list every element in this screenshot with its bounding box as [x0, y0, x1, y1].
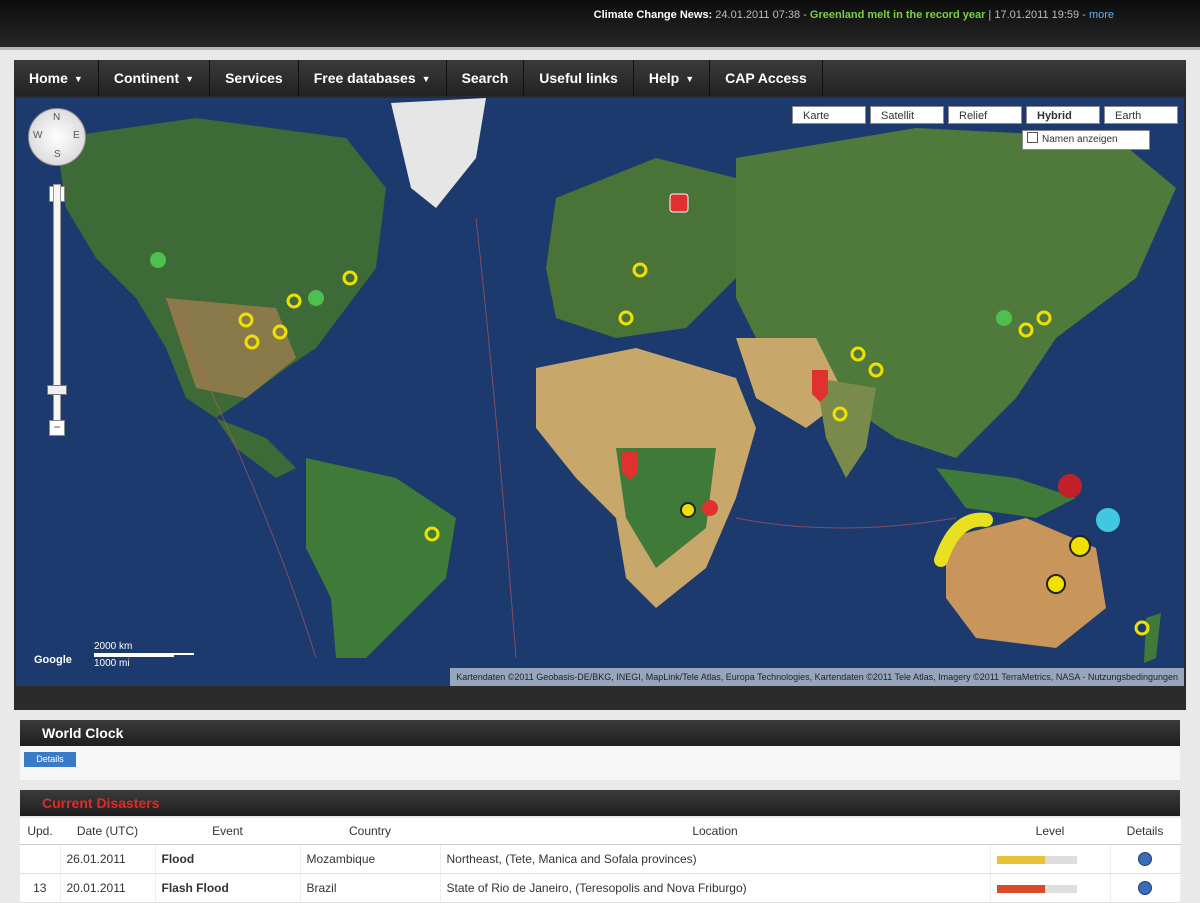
nav-free-databases-label: Free databases [313, 70, 416, 86]
world-clock-header: World Clock [20, 720, 1180, 746]
cell-level [990, 844, 1111, 874]
checkbox-icon [1027, 132, 1038, 143]
zoom-slider-track[interactable] [53, 184, 61, 436]
alert-marker-red [1058, 474, 1082, 498]
top-bar: Climate Change News: 24.01.2011 07:38 - … [0, 0, 1200, 50]
caret-down-icon: ▼ [421, 74, 431, 84]
nav-useful-links-label: Useful links [539, 70, 618, 86]
col-event[interactable]: Event [155, 818, 300, 845]
alert-marker-red [702, 500, 718, 516]
alert-marker-yellow [680, 502, 696, 518]
pan-control[interactable]: N S W E [28, 108, 86, 166]
caret-down-icon: ▼ [73, 74, 83, 84]
nav-help[interactable]: Help ▼ [634, 60, 711, 96]
pan-east-icon[interactable]: E [73, 130, 80, 141]
nav-help-label: Help [648, 70, 680, 86]
cell-details [1110, 844, 1181, 874]
nav-search[interactable]: Search [447, 60, 525, 96]
alert-marker-green [996, 310, 1012, 326]
alert-marker-green [308, 290, 324, 306]
ticker-headline[interactable]: Greenland melt in the record year [810, 9, 985, 21]
ticker-date-right: | 17.01.2011 19:59 - [988, 9, 1086, 21]
col-country[interactable]: Country [300, 818, 440, 845]
pan-west-icon[interactable]: W [33, 130, 42, 141]
map-frame: Home ▼ Continent ▼ Services Free databases… [14, 60, 1186, 710]
current-disasters-header: Current Disasters [20, 790, 1180, 816]
zoom-slider-handle[interactable] [47, 385, 67, 395]
col-level[interactable]: Level [990, 818, 1110, 845]
google-logo: Google [34, 654, 72, 666]
nav-home[interactable]: Home ▼ [14, 60, 99, 96]
nav-search-label: Search [461, 70, 509, 86]
maptype-relief[interactable]: Relief [948, 106, 1022, 124]
world-clock-panel: Details [20, 746, 1180, 780]
ticker-more-link[interactable]: more [1089, 9, 1114, 21]
details-icon[interactable] [1138, 852, 1152, 867]
col-location[interactable]: Location [440, 818, 990, 845]
alert-marker-yellow [1069, 535, 1091, 557]
alert-marker-green [150, 252, 166, 268]
cell-event[interactable]: Flood [155, 844, 301, 874]
cell-country: Brazil [300, 873, 441, 903]
world-map[interactable]: Karte Satellit Relief Hybrid Earth Namen… [16, 98, 1184, 686]
show-labels-checkbox[interactable]: Namen anzeigen [1022, 130, 1150, 150]
scale-bar: 2000 km 1000 mi [94, 641, 204, 671]
cell-details [1110, 873, 1181, 903]
maptype-hybrid[interactable]: Hybrid [1026, 106, 1100, 124]
map-imagery [16, 98, 1184, 686]
maptype-satellit[interactable]: Satellit [870, 106, 944, 124]
pan-south-icon[interactable]: S [54, 149, 61, 160]
cell-country: Mozambique [300, 844, 441, 874]
details-icon[interactable] [1138, 881, 1152, 896]
cell-location: State of Rio de Janeiro, (Teresopolis an… [440, 873, 991, 903]
nav-home-label: Home [29, 70, 68, 86]
nav-services[interactable]: Services [210, 60, 299, 96]
nav-cap-access[interactable]: CAP Access [710, 60, 823, 96]
events-table: Upd. Date (UTC) Event Country Location L… [20, 818, 1181, 903]
ticker-date-left: 24.01.2011 07:38 - [715, 9, 807, 21]
cell-upd: 13 [20, 873, 61, 903]
cell-location: Northeast, (Tete, Manica and Sofala prov… [440, 844, 991, 874]
world-clock-button[interactable]: Details [24, 752, 76, 767]
show-labels-label: Namen anzeigen [1042, 134, 1118, 145]
map-attribution[interactable]: Kartendaten ©2011 Geobasis-DE/BKG, INEGI… [450, 668, 1184, 686]
alert-marker-yellow [1046, 574, 1066, 594]
main-nav: Home ▼ Continent ▼ Services Free databases… [14, 60, 1186, 96]
col-details[interactable]: Details [1110, 818, 1180, 845]
col-upd[interactable]: Upd. [20, 818, 60, 845]
level-bar [996, 855, 1077, 864]
caret-down-icon: ▼ [685, 74, 695, 84]
nav-cap-access-label: CAP Access [725, 70, 807, 86]
nav-services-label: Services [225, 70, 283, 86]
cell-event[interactable]: Flash Flood [155, 873, 301, 903]
ticker-label: Climate Change News: [593, 9, 713, 21]
maptype-earth[interactable]: Earth [1104, 106, 1178, 124]
alert-marker-cyan [1096, 508, 1120, 532]
table-header-row: Upd. Date (UTC) Event Country Location L… [20, 818, 1180, 845]
table-row[interactable]: 13 20.01.2011 Flash Flood Brazil State o… [20, 873, 1181, 903]
scale-km: 2000 km [94, 641, 133, 652]
table-row[interactable]: 26.01.2011 Flood Mozambique Northeast, (… [20, 844, 1181, 874]
pan-north-icon[interactable]: N [53, 112, 60, 123]
nav-continent[interactable]: Continent ▼ [99, 60, 211, 96]
alert-marker-red [669, 193, 689, 213]
scale-mi: 1000 mi [94, 658, 130, 669]
cell-upd [20, 844, 61, 874]
nav-free-databases[interactable]: Free databases ▼ [299, 60, 447, 96]
zoom-out-button[interactable]: − [49, 420, 65, 436]
cell-date: 26.01.2011 [60, 844, 156, 874]
col-date[interactable]: Date (UTC) [60, 818, 155, 845]
caret-down-icon: ▼ [185, 74, 195, 84]
scale-bar-line [94, 655, 174, 657]
map-footer [14, 686, 1186, 710]
cell-date: 20.01.2011 [60, 873, 156, 903]
news-ticker: Climate Change News: 24.01.2011 07:38 - … [594, 9, 1114, 21]
current-disasters-title: Current Disasters [42, 795, 160, 811]
maptype-karte[interactable]: Karte [792, 106, 866, 124]
nav-continent-label: Continent [113, 70, 180, 86]
nav-useful-links[interactable]: Useful links [524, 60, 634, 96]
cell-level [990, 873, 1111, 903]
level-bar [996, 884, 1077, 893]
